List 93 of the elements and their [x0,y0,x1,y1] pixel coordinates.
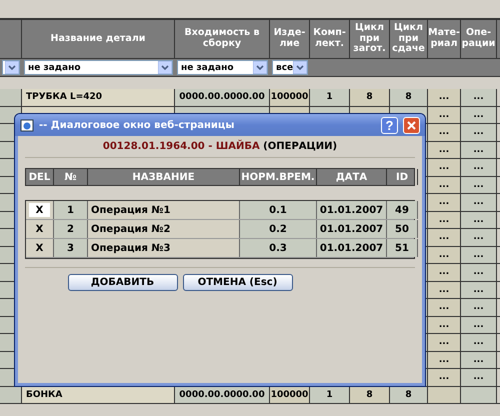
table-cell: 0000.00.0000.00 [175,386,270,403]
help-button[interactable]: ? [381,116,398,134]
table-cell-button[interactable]: ... [428,194,461,210]
column-header: Цикл при сдаче [390,20,428,58]
column-header: НОРМ.ВРЕМ. [240,169,317,185]
table-cell-button[interactable]: ... [461,159,497,176]
column-header: ДАТА [317,169,387,185]
table-cell: БОНКА [22,386,175,403]
table-cell-button[interactable]: ... [428,159,461,176]
table-cell-button[interactable]: ... [428,124,461,140]
filter-dropdown[interactable]: не задано [177,60,268,75]
column-header: Изде-лие [270,20,310,58]
table-cell-button[interactable]: ... [428,299,461,316]
table-cell-button[interactable]: ... [461,334,497,350]
table-cell-button[interactable]: ... [461,352,497,368]
close-button[interactable] [403,116,420,134]
table-cell: 2 [54,220,88,238]
table-cell-button[interactable]: ... [428,334,461,350]
table-cell: Операция №1 [88,201,240,219]
table-cell: 49 [387,201,418,219]
table-cell-button[interactable]: ... [428,264,461,280]
table-cell-button[interactable]: ... [461,264,497,280]
table-cell-button[interactable]: ... [461,176,497,193]
table-cell-button[interactable]: ... [428,369,461,386]
table-cell-button[interactable]: ... [428,246,461,263]
table-cell: 1 [310,386,350,403]
table-cell-button[interactable]: ... [461,246,497,263]
filter-dropdown[interactable]: все [272,60,308,75]
dropdown-arrow-icon[interactable] [293,61,307,74]
filter-dropdown[interactable]: не задано [24,60,173,75]
table-cell: 100000 [270,386,310,403]
table-cell-button[interactable]: ... [461,282,497,298]
table-cell: Операция №2 [88,220,240,238]
table-cell: 8 [390,386,428,403]
table-cell: 51 [387,239,418,257]
dropdown-arrow-icon[interactable] [5,61,19,74]
column-header: Цикл при загот. [350,20,390,58]
close-icon[interactable] [407,120,416,130]
table-cell: 100000 [270,89,310,106]
table-cell: ТРУБКА L=420 [22,89,175,106]
table-cell-button[interactable]: ... [461,142,497,158]
table-cell-button[interactable]: ... [428,212,461,228]
table-cell-button[interactable]: ... [428,282,461,298]
dialog-title: -- Диалоговое окно веб-страницы [39,120,236,130]
table-cell-button[interactable]: ... [461,124,497,140]
dialog-button[interactable]: ДОБАВИТЬ [68,274,178,291]
table-cell: 8 [390,89,428,106]
column-header: Название детали [22,20,175,58]
column-header: ID [387,169,418,185]
column-header: Мате-риал [428,20,461,58]
table-cell: 0.2 [240,220,317,238]
table-cell: 1 [310,89,350,106]
section-label: (ОПЕРАЦИИ) [263,141,338,152]
column-header: № [54,169,88,185]
dropdown-arrow-icon[interactable] [158,61,172,74]
table-cell-button[interactable]: ... [461,89,497,106]
filter-dropdown[interactable] [2,60,20,75]
table-cell-button[interactable]: ... [461,316,497,333]
table-cell-button[interactable]: ... [428,229,461,246]
table-cell-button[interactable]: ... [428,106,461,123]
browser-icon [20,118,34,132]
table-cell: 0000.00.0000.00 [175,89,270,106]
table-cell-button[interactable]: ... [461,299,497,316]
table-cell-button[interactable]: ... [428,142,461,158]
column-header: НАЗВАНИЕ [88,169,240,185]
table-cell: 8 [350,89,390,106]
table-cell: 0.1 [240,201,317,219]
table-cell: 0.3 [240,239,317,257]
table-cell: Операция №3 [88,239,240,257]
table-cell-button[interactable]: ... [428,89,461,106]
table-cell-button[interactable]: ... [428,352,461,368]
table-cell-button[interactable]: ... [461,106,497,123]
column-header: Входимость в сборку [175,20,270,58]
part-title: 00128.01.1964.00 - ШАЙБА [102,141,260,152]
table-cell: 50 [387,220,418,238]
table-cell: 01.01.2007 [317,239,387,257]
dropdown-arrow-icon[interactable] [253,61,267,74]
table-cell: 8 [350,386,390,403]
delete-button[interactable]: X [29,203,50,217]
column-header: Опе-рации [461,20,497,58]
table-cell: 01.01.2007 [317,220,387,238]
table-cell: 01.01.2007 [317,201,387,219]
column-header: DEL [26,169,54,185]
table-cell-button[interactable]: ... [461,229,497,246]
table-cell: 3 [54,239,88,257]
table-cell-button[interactable]: ... [428,316,461,333]
dialog-button[interactable]: ОТМЕНА (Esc) [182,274,292,291]
table-cell: 1 [54,201,88,219]
column-header: Комп-лект. [310,20,350,58]
table-cell-button[interactable]: ... [461,369,497,386]
table-cell-button[interactable]: ... [428,176,461,193]
table-cell-button[interactable]: ... [461,212,497,228]
table-cell-button[interactable]: ... [461,194,497,210]
